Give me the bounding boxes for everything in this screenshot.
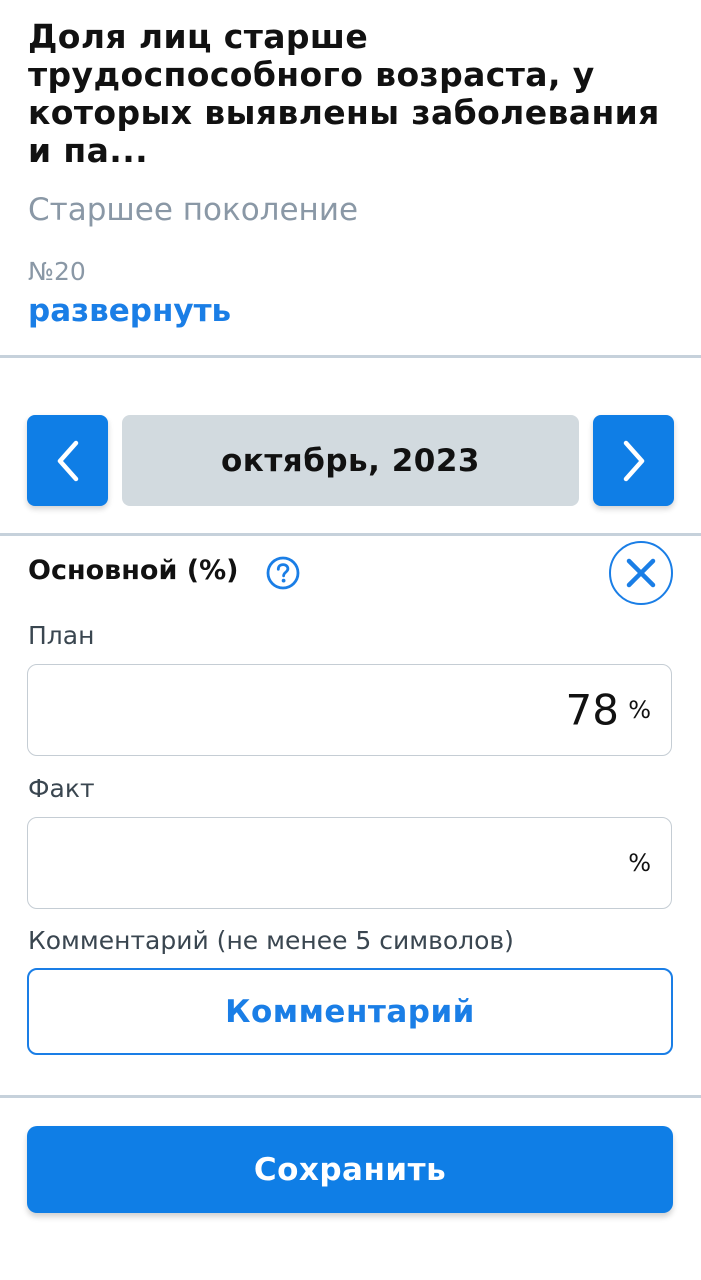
- indicator-number: №20: [28, 257, 86, 286]
- divider: [0, 355, 701, 358]
- plan-label: План: [28, 621, 95, 650]
- section-title: Основной (%): [28, 555, 239, 586]
- close-icon[interactable]: [608, 540, 674, 606]
- current-month: октябрь, 2023: [122, 415, 579, 506]
- fact-unit: %: [628, 849, 651, 877]
- page: Доля лиц старше трудоспособного возраста…: [0, 0, 701, 1280]
- plan-input[interactable]: 78 %: [27, 664, 672, 756]
- prev-month-button[interactable]: [27, 415, 108, 506]
- divider: [0, 533, 701, 536]
- question-circle-icon[interactable]: [266, 556, 300, 590]
- save-button[interactable]: Сохранить: [27, 1126, 673, 1213]
- plan-value: 78: [565, 685, 619, 735]
- plan-unit: %: [628, 696, 651, 724]
- chevron-right-icon: [620, 439, 648, 483]
- chevron-left-icon: [54, 439, 82, 483]
- page-title: Доля лиц старше трудоспособного возраста…: [28, 17, 660, 170]
- fact-input[interactable]: %: [27, 817, 672, 909]
- comment-label: Комментарий (не менее 5 символов): [28, 926, 514, 955]
- divider: [0, 1095, 701, 1098]
- comment-button[interactable]: Комментарий: [27, 968, 673, 1055]
- next-month-button[interactable]: [593, 415, 674, 506]
- category-subtitle: Старшее поколение: [28, 192, 359, 228]
- expand-link[interactable]: развернуть: [28, 290, 231, 332]
- fact-label: Факт: [28, 774, 95, 803]
